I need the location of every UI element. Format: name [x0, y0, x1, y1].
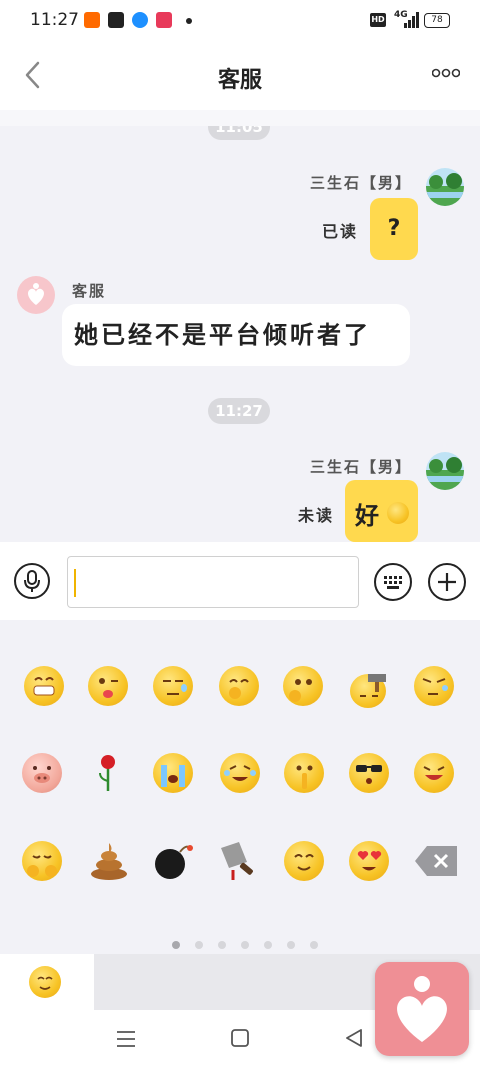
header: 客服	[0, 42, 480, 110]
heart-avatar-icon	[28, 283, 44, 305]
page-dot[interactable]	[195, 941, 203, 949]
signal-icon	[404, 12, 419, 28]
sender-name: 三生石【男】	[309, 174, 412, 192]
bomb-emoji-icon[interactable]	[152, 840, 194, 882]
avatar[interactable]	[17, 276, 55, 314]
input-bar	[0, 542, 480, 620]
more-notifications-dot	[186, 18, 192, 24]
emoji-smile-tab[interactable]	[0, 954, 94, 1010]
keyboard-button[interactable]	[374, 563, 412, 601]
tongue-wink-emoji-icon[interactable]	[88, 666, 128, 706]
message-bubble[interactable]: ?	[370, 198, 418, 260]
grin-emoji-icon	[387, 502, 409, 524]
notification-icon	[156, 12, 172, 28]
message-input[interactable]	[67, 556, 359, 608]
heart-eyes-emoji-icon[interactable]	[349, 841, 389, 881]
home-nav-icon[interactable]	[231, 1029, 249, 1047]
hammer-emoji-icon[interactable]	[350, 674, 386, 708]
plus-icon	[438, 573, 456, 591]
more-dots-icon[interactable]	[432, 66, 460, 80]
read-status: 未读	[298, 506, 335, 525]
sweat-emoji-icon[interactable]	[153, 666, 193, 706]
avatar[interactable]	[426, 452, 464, 490]
page-dot[interactable]	[218, 941, 226, 949]
page-dot[interactable]	[287, 941, 295, 949]
message-bubble[interactable]: 好	[345, 480, 418, 542]
thinking-emoji-icon[interactable]	[283, 666, 323, 706]
cleaver-emoji-icon[interactable]	[217, 840, 261, 882]
landscape-avatar-icon	[426, 168, 464, 206]
hd-badge: HD	[370, 13, 386, 27]
poop-emoji-icon[interactable]	[88, 839, 130, 881]
landscape-avatar-icon	[426, 452, 464, 490]
skeptical-emoji-icon[interactable]	[414, 666, 454, 706]
read-status: 已读	[322, 222, 359, 241]
shy-emoji-icon[interactable]	[22, 841, 62, 881]
notification-icon	[108, 12, 124, 28]
big-laugh-emoji-icon[interactable]	[414, 753, 454, 793]
notification-icon	[132, 12, 148, 28]
status-bar: 11:27 HD 4G 78	[0, 0, 480, 42]
cry-loud-emoji-icon[interactable]	[153, 753, 193, 793]
backspace-button[interactable]	[415, 846, 457, 876]
grin-emoji-icon[interactable]	[24, 666, 64, 706]
sender-name: 客服	[72, 282, 107, 300]
microphone-icon	[24, 570, 40, 592]
message-bubble[interactable]: 她已经不是平台倾听者了	[62, 304, 410, 366]
avatar[interactable]	[426, 168, 464, 206]
emoji-panel	[0, 620, 480, 954]
chat-area[interactable]: 11:05 三生石【男】 已读 ? 客服 她已经不是平台倾听者了 11:27 三…	[0, 110, 480, 542]
heart-person-icon	[397, 976, 447, 1042]
page-dot[interactable]	[172, 941, 180, 949]
smile-emoji-icon	[29, 966, 61, 998]
time-pill: 11:27	[208, 398, 270, 424]
smile-emoji-icon[interactable]	[284, 841, 324, 881]
plus-button[interactable]	[428, 563, 466, 601]
page-title: 客服	[217, 68, 262, 93]
floating-heart-button[interactable]	[375, 962, 469, 1056]
text-caret	[74, 569, 76, 597]
battery-icon: 78	[424, 13, 450, 28]
status-time: 11:27	[30, 10, 79, 30]
emoji-page-indicator	[172, 934, 333, 953]
menu-nav-icon[interactable]	[116, 1030, 136, 1048]
pig-emoji-icon[interactable]	[22, 753, 62, 793]
shush-emoji-icon[interactable]	[284, 753, 324, 793]
voice-button[interactable]	[14, 563, 50, 599]
message-text: 好	[355, 502, 379, 530]
hehe-emoji-icon[interactable]	[219, 666, 259, 706]
rose-emoji-icon[interactable]	[92, 753, 124, 793]
divider	[0, 110, 480, 126]
page-dot[interactable]	[264, 941, 272, 949]
back-nav-icon[interactable]	[345, 1029, 363, 1047]
laugh-tears-emoji-icon[interactable]	[220, 753, 260, 793]
sender-name: 三生石【男】	[309, 458, 412, 476]
backspace-icon	[415, 846, 457, 876]
page-dot[interactable]	[310, 941, 318, 949]
page-dot[interactable]	[241, 941, 249, 949]
cool-emoji-icon[interactable]	[349, 753, 389, 793]
notification-icon	[84, 12, 100, 28]
keyboard-icon	[384, 576, 402, 589]
